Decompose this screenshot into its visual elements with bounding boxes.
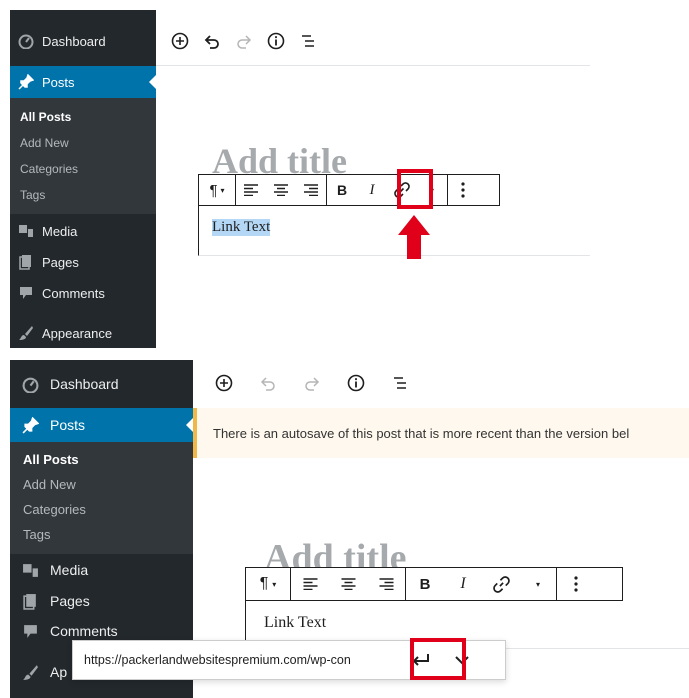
more-rich-text-chevron-icon[interactable]: ▾ [520,568,556,600]
undo-icon[interactable] [202,31,222,51]
sidebar-item-pages[interactable]: Pages [10,249,156,275]
submenu-all-posts[interactable]: All Posts [23,452,79,467]
italic-icon[interactable]: I [444,568,482,600]
posts-submenu: All Posts Add New Categories Tags [10,98,156,214]
more-options-icon[interactable] [557,568,595,600]
sidebar-label: Posts [50,417,86,433]
sidebar-label: Comments [42,285,105,301]
submenu-tags[interactable]: Tags [23,527,50,542]
sidebar-item-posts[interactable]: Posts [10,408,194,442]
sidebar-item-comments[interactable]: Comments [10,280,156,306]
submenu-categories[interactable]: Categories [23,502,86,517]
editor-header-toolbar [170,28,318,54]
submenu-add-new[interactable]: Add New [23,477,76,492]
align-center-icon[interactable] [266,175,296,205]
block-toolbar: ¶ ▾ B I ▾ [245,567,623,601]
align-right-icon[interactable] [296,175,326,205]
bold-icon[interactable]: B [327,175,357,205]
sidebar-label: Pages [50,593,90,609]
align-right-icon[interactable] [367,568,405,600]
sidebar-label: Dashboard [50,376,119,392]
add-block-icon[interactable] [214,373,234,393]
sidebar-item-media[interactable]: Media [10,218,156,244]
pin-icon [10,416,50,434]
paintbrush-icon [10,325,42,341]
sidebar-label: Comments [50,623,118,639]
link-icon[interactable] [482,568,520,600]
block-navigation-icon[interactable] [298,31,318,51]
sidebar-item-media[interactable]: Media [10,556,193,584]
paintbrush-icon [10,664,50,681]
more-options-icon[interactable] [448,175,478,205]
media-icon [10,562,50,579]
paragraph-block[interactable]: Link Text [198,205,590,256]
submenu-add-new[interactable]: Add New [20,136,69,150]
highlight-box-link-button [397,169,433,209]
red-arrow-up-icon [398,215,430,259]
italic-icon[interactable]: I [357,175,387,205]
align-left-icon[interactable] [236,175,266,205]
header-divider [156,65,590,66]
sidebar-label: Media [42,223,78,239]
posts-submenu: All Posts Add New Categories Tags [10,442,193,554]
pages-icon [10,593,50,610]
undo-icon[interactable] [258,373,278,393]
redo-icon[interactable] [234,31,254,51]
paragraph-transform-icon[interactable]: ¶ ▾ [246,568,290,600]
notice-text: There is an autosave of this post that i… [213,425,630,441]
selected-link-text[interactable]: Link Text [212,219,271,236]
comments-icon [10,285,42,301]
dashboard-icon [10,33,42,49]
bold-icon[interactable]: B [406,568,444,600]
sidebar-item-pages[interactable]: Pages [10,587,193,615]
editor-screenshot-top: Dashboard Posts All Posts Add New Catego… [10,10,590,348]
admin-sidebar: Dashboard Posts All Posts Add New Catego… [10,10,157,348]
editor-screenshot-bottom: Dashboard Posts All Posts Add New Catego… [10,360,689,698]
sidebar-label: Media [50,562,89,578]
autosave-notice: There is an autosave of this post that i… [193,408,689,458]
sidebar-label: Ap [50,664,68,680]
sidebar-label: Dashboard [42,33,106,49]
block-toolbar: ¶ ▾ B I ▾ [198,174,500,206]
editor-header-toolbar [214,370,410,396]
paragraph-transform-icon[interactable]: ¶ ▾ [199,175,235,205]
info-icon[interactable] [346,373,366,393]
sidebar-label: Appearance [42,325,113,341]
url-input[interactable]: https://packerlandwebsitespremium.com/wp… [84,653,402,667]
sidebar-item-dashboard[interactable]: Dashboard [10,28,156,54]
submenu-all-posts[interactable]: All Posts [20,110,71,124]
highlight-box-apply-button [410,638,466,680]
submenu-tags[interactable]: Tags [20,188,45,202]
sidebar-item-appearance[interactable]: Appearance [10,320,156,346]
block-navigation-icon[interactable] [390,373,410,393]
link-text[interactable]: Link Text [264,614,326,632]
sidebar-item-posts[interactable]: Posts [10,66,157,98]
dashboard-icon [10,376,50,393]
info-icon[interactable] [266,31,286,51]
align-left-icon[interactable] [291,568,329,600]
sidebar-label: Pages [42,254,79,270]
media-icon [10,223,42,239]
redo-icon[interactable] [302,373,322,393]
sidebar-item-dashboard[interactable]: Dashboard [10,370,193,398]
comments-icon [10,623,50,640]
submenu-categories[interactable]: Categories [20,162,78,176]
align-center-icon[interactable] [329,568,367,600]
add-block-icon[interactable] [170,31,190,51]
pin-icon [10,74,42,90]
sidebar-label: Posts [42,74,75,90]
current-menu-arrow [149,74,157,90]
pages-icon [10,254,42,270]
